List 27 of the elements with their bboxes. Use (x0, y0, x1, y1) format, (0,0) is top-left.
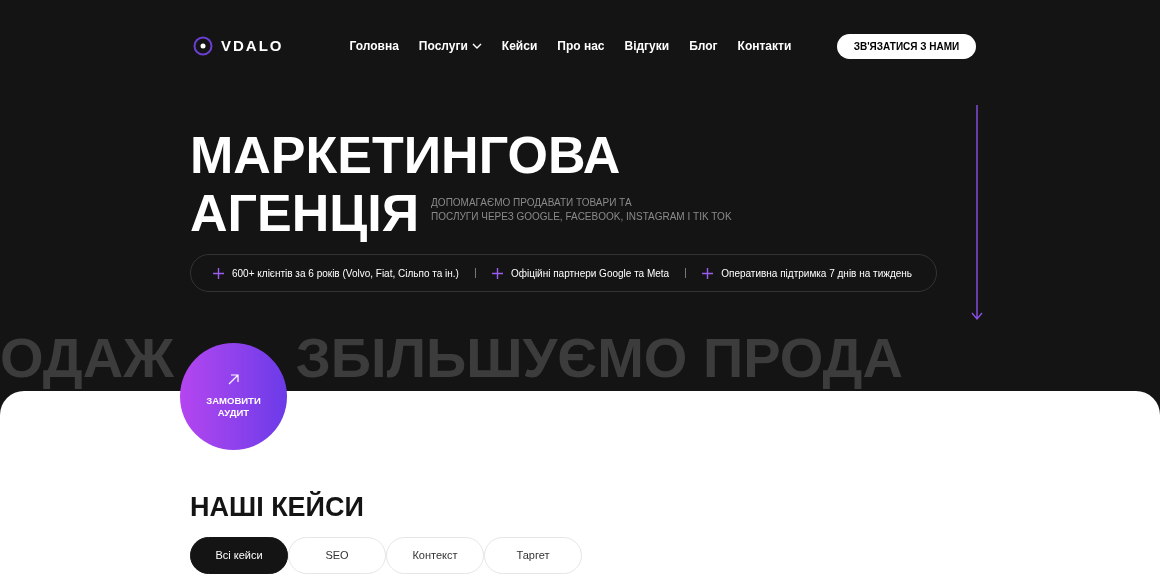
hero-title: АГЕНЦІЯ (190, 184, 420, 242)
nav-link[interactable]: Блог (689, 37, 718, 55)
filter-tab[interactable]: Контекст (386, 537, 484, 574)
nav-link[interactable]: Про нас (557, 37, 605, 55)
chevron-down-icon (471, 43, 482, 49)
logo-icon (193, 36, 213, 56)
filter-tab[interactable]: Таргет (484, 537, 582, 574)
feature-text: 600+ клієнтів за 6 років (Volvo, Fiat, Сільпо та ін.) (232, 266, 459, 281)
nav-link[interactable]: Кейси (501, 37, 538, 55)
feature-text: Оперативна підтримка 7 днів на тиждень (721, 266, 913, 281)
filter-tab[interactable]: Всі кейси (190, 537, 288, 574)
hero-title: МАРКЕТИНГОВА (190, 126, 622, 184)
arrow-down-icon (971, 105, 983, 321)
contact-button[interactable]: ЗВ'ЯЗАТИСЯ З НАМИ (837, 33, 976, 59)
plus-icon (702, 267, 714, 279)
nav-link[interactable]: Контакти (737, 37, 792, 55)
plus-icon (213, 267, 224, 279)
nav-link[interactable]: Послуги (418, 37, 482, 55)
logo-text: VDALO (221, 35, 284, 56)
filter-tab[interactable]: SEO (288, 537, 386, 574)
nav-link[interactable]: Головна (349, 37, 399, 55)
feature-text: Офіційні партнери Google та Meta (510, 266, 670, 281)
section-title: НАШІ КЕЙСИ (190, 491, 365, 523)
hero-subtitle: ДОПОМАГАЄМО ПРОДАВАТИ ТОВАРИ ТА ПОСЛУГИ ЧЕРЕЗ GOOGLE, FACEBOOK, INSTAGRAM І TIK TOK (431, 196, 732, 224)
nav-link[interactable]: Відгуки (624, 37, 670, 55)
arrow-up-right-icon (228, 374, 239, 385)
plus-icon (491, 267, 503, 279)
